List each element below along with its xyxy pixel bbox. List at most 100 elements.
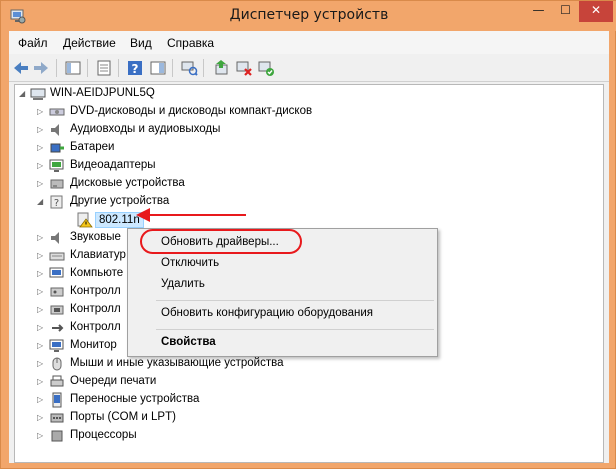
tree-item[interactable]: ▷ DVD-дисководы и дисководы компакт-диск… xyxy=(15,103,595,121)
mouse-icon xyxy=(52,357,62,371)
warning-device-icon xyxy=(77,212,93,228)
display-adapter-icon xyxy=(49,159,64,172)
toolbar-separator xyxy=(203,59,204,77)
maximize-button[interactable]: ☐ xyxy=(552,1,579,22)
enable-device-icon[interactable] xyxy=(257,59,275,77)
computer-icon xyxy=(30,88,46,100)
tree-item[interactable]: ▷ Процессоры xyxy=(15,427,595,445)
tree-item-label: DVD-дисководы и дисководы компакт-дисков xyxy=(70,105,313,117)
tree-item[interactable]: ▷ Порты (COM и LPT) xyxy=(15,409,595,427)
expand-icon[interactable]: ▷ xyxy=(37,287,45,296)
processor-icon xyxy=(51,430,63,442)
scan-hardware-menu-item[interactable]: Обновить конфигурацию оборудования xyxy=(128,304,437,324)
menu-item-label: Отключить xyxy=(161,257,220,269)
menu-separator xyxy=(156,300,434,301)
tree-item-label: Контролл xyxy=(70,285,121,297)
menu-view[interactable]: Вид xyxy=(130,36,152,50)
expand-icon[interactable]: ▷ xyxy=(37,161,45,170)
tree-item-label: Видеоадаптеры xyxy=(70,159,156,171)
tree-item[interactable]: ▷ Мыши и иные указывающие устройства xyxy=(15,355,595,373)
portable-device-icon xyxy=(52,392,62,408)
highlight-ellipse xyxy=(140,229,302,254)
tree-item-label: Мыши и иные указывающие устройства xyxy=(70,357,284,369)
minimize-button[interactable]: — xyxy=(525,1,552,22)
scan-hardware-icon[interactable] xyxy=(180,59,198,77)
tree-item-label: Дисковые устройства xyxy=(70,177,185,189)
expand-icon[interactable]: ▷ xyxy=(37,431,45,440)
tree-item[interactable]: ▷ Видеоадаптеры xyxy=(15,157,595,175)
expand-icon[interactable]: ▷ xyxy=(37,377,45,386)
tree-item-label: Порты (COM и LPT) xyxy=(70,411,176,423)
expand-icon[interactable]: ▷ xyxy=(37,323,45,332)
expand-icon[interactable]: ▷ xyxy=(37,233,45,242)
tree-item[interactable]: ◢ ? Другие устройства xyxy=(15,193,595,211)
disable-menu-item[interactable]: Отключить xyxy=(128,254,437,274)
expand-icon[interactable]: ▷ xyxy=(37,341,45,350)
expand-icon[interactable]: ▷ xyxy=(37,395,45,404)
other-devices-icon: ? xyxy=(50,195,63,209)
computer-name: WIN-AEIDJPUNL5Q xyxy=(50,87,155,99)
tree-item-802-11n[interactable]: 802.11n xyxy=(15,211,595,229)
tree-item-label: Клавиатур xyxy=(70,249,126,261)
expand-icon[interactable]: ▷ xyxy=(37,179,45,188)
tree-item-label: Аудиовходы и аудиовыходы xyxy=(70,123,221,135)
close-icon: ✕ xyxy=(590,3,602,17)
help-icon[interactable]: ? xyxy=(126,59,144,77)
menu-item-label: Свойства xyxy=(161,336,216,348)
update-driver-icon[interactable] xyxy=(213,59,231,77)
tree-item[interactable]: ▷ Аудиовходы и аудиовыходы xyxy=(15,121,595,139)
tree-item[interactable]: ▷ Батареи xyxy=(15,139,595,157)
collapse-icon[interactable]: ◢ xyxy=(19,89,27,98)
printer-icon xyxy=(50,375,64,387)
tree-item-label: Компьюте xyxy=(70,267,124,279)
menu-separator xyxy=(156,329,434,330)
tree-item[interactable]: ▷ Дисковые устройства xyxy=(15,175,595,193)
tree-item-label: Другие устройства xyxy=(70,195,170,207)
tree-item-label: Звуковые xyxy=(70,231,121,243)
close-button[interactable]: ✕ xyxy=(579,1,613,22)
annotation-arrow-line xyxy=(148,214,246,216)
expand-icon[interactable]: ▷ xyxy=(37,269,45,278)
window-title: Диспетчер устройств xyxy=(229,7,389,23)
expand-icon[interactable]: ▷ xyxy=(37,413,45,422)
properties-icon[interactable] xyxy=(95,59,113,77)
collapse-icon[interactable]: ◢ xyxy=(37,197,45,206)
usb-controller-icon xyxy=(52,324,64,332)
uninstall-device-icon[interactable] xyxy=(235,59,253,77)
maximize-icon: ☐ xyxy=(560,3,571,17)
toolbar-separator xyxy=(172,59,173,77)
delete-menu-item[interactable]: Удалить xyxy=(128,275,437,295)
annotation-arrow-icon xyxy=(136,208,150,222)
controller-icon xyxy=(50,305,64,315)
menu-file[interactable]: Файл xyxy=(18,36,48,50)
expand-icon[interactable]: ▷ xyxy=(37,143,45,152)
expand-icon[interactable]: ▷ xyxy=(37,125,45,134)
tree-item[interactable]: ▷ Переносные устройства xyxy=(15,391,595,409)
monitor-icon xyxy=(49,339,64,352)
dvd-drive-icon xyxy=(49,108,65,116)
tree-item-label: Процессоры xyxy=(70,429,137,441)
expand-icon[interactable]: ▷ xyxy=(37,359,45,368)
tree-root[interactable]: ◢ WIN-AEIDJPUNL5Q xyxy=(15,85,595,103)
tree-item-label: Батареи xyxy=(70,141,115,153)
disk-drive-icon xyxy=(50,179,64,189)
expand-icon[interactable]: ▷ xyxy=(37,251,45,260)
menu-item-label: Обновить конфигурацию оборудования xyxy=(161,307,373,319)
svg-text:?: ? xyxy=(54,198,59,209)
menu-bar: Файл Действие Вид Справка xyxy=(9,31,609,54)
tree-item-label: Переносные устройства xyxy=(70,393,200,405)
menu-action[interactable]: Действие xyxy=(63,36,116,50)
forward-arrow-icon[interactable] xyxy=(32,59,50,77)
battery-icon xyxy=(50,143,64,153)
tree-item[interactable]: ▷ Очереди печати xyxy=(15,373,595,391)
expand-icon[interactable]: ▷ xyxy=(37,305,45,314)
keyboard-icon xyxy=(49,252,65,261)
back-arrow-icon[interactable] xyxy=(12,59,30,77)
expand-icon[interactable]: ▷ xyxy=(37,107,45,116)
menu-help[interactable]: Справка xyxy=(167,36,214,50)
action-pane-icon[interactable] xyxy=(149,59,167,77)
speaker-icon xyxy=(51,124,59,136)
properties-menu-item[interactable]: Свойства xyxy=(128,333,437,353)
tree-item-label: Очереди печати xyxy=(70,375,157,387)
show-hide-console-tree-icon[interactable] xyxy=(64,59,82,77)
